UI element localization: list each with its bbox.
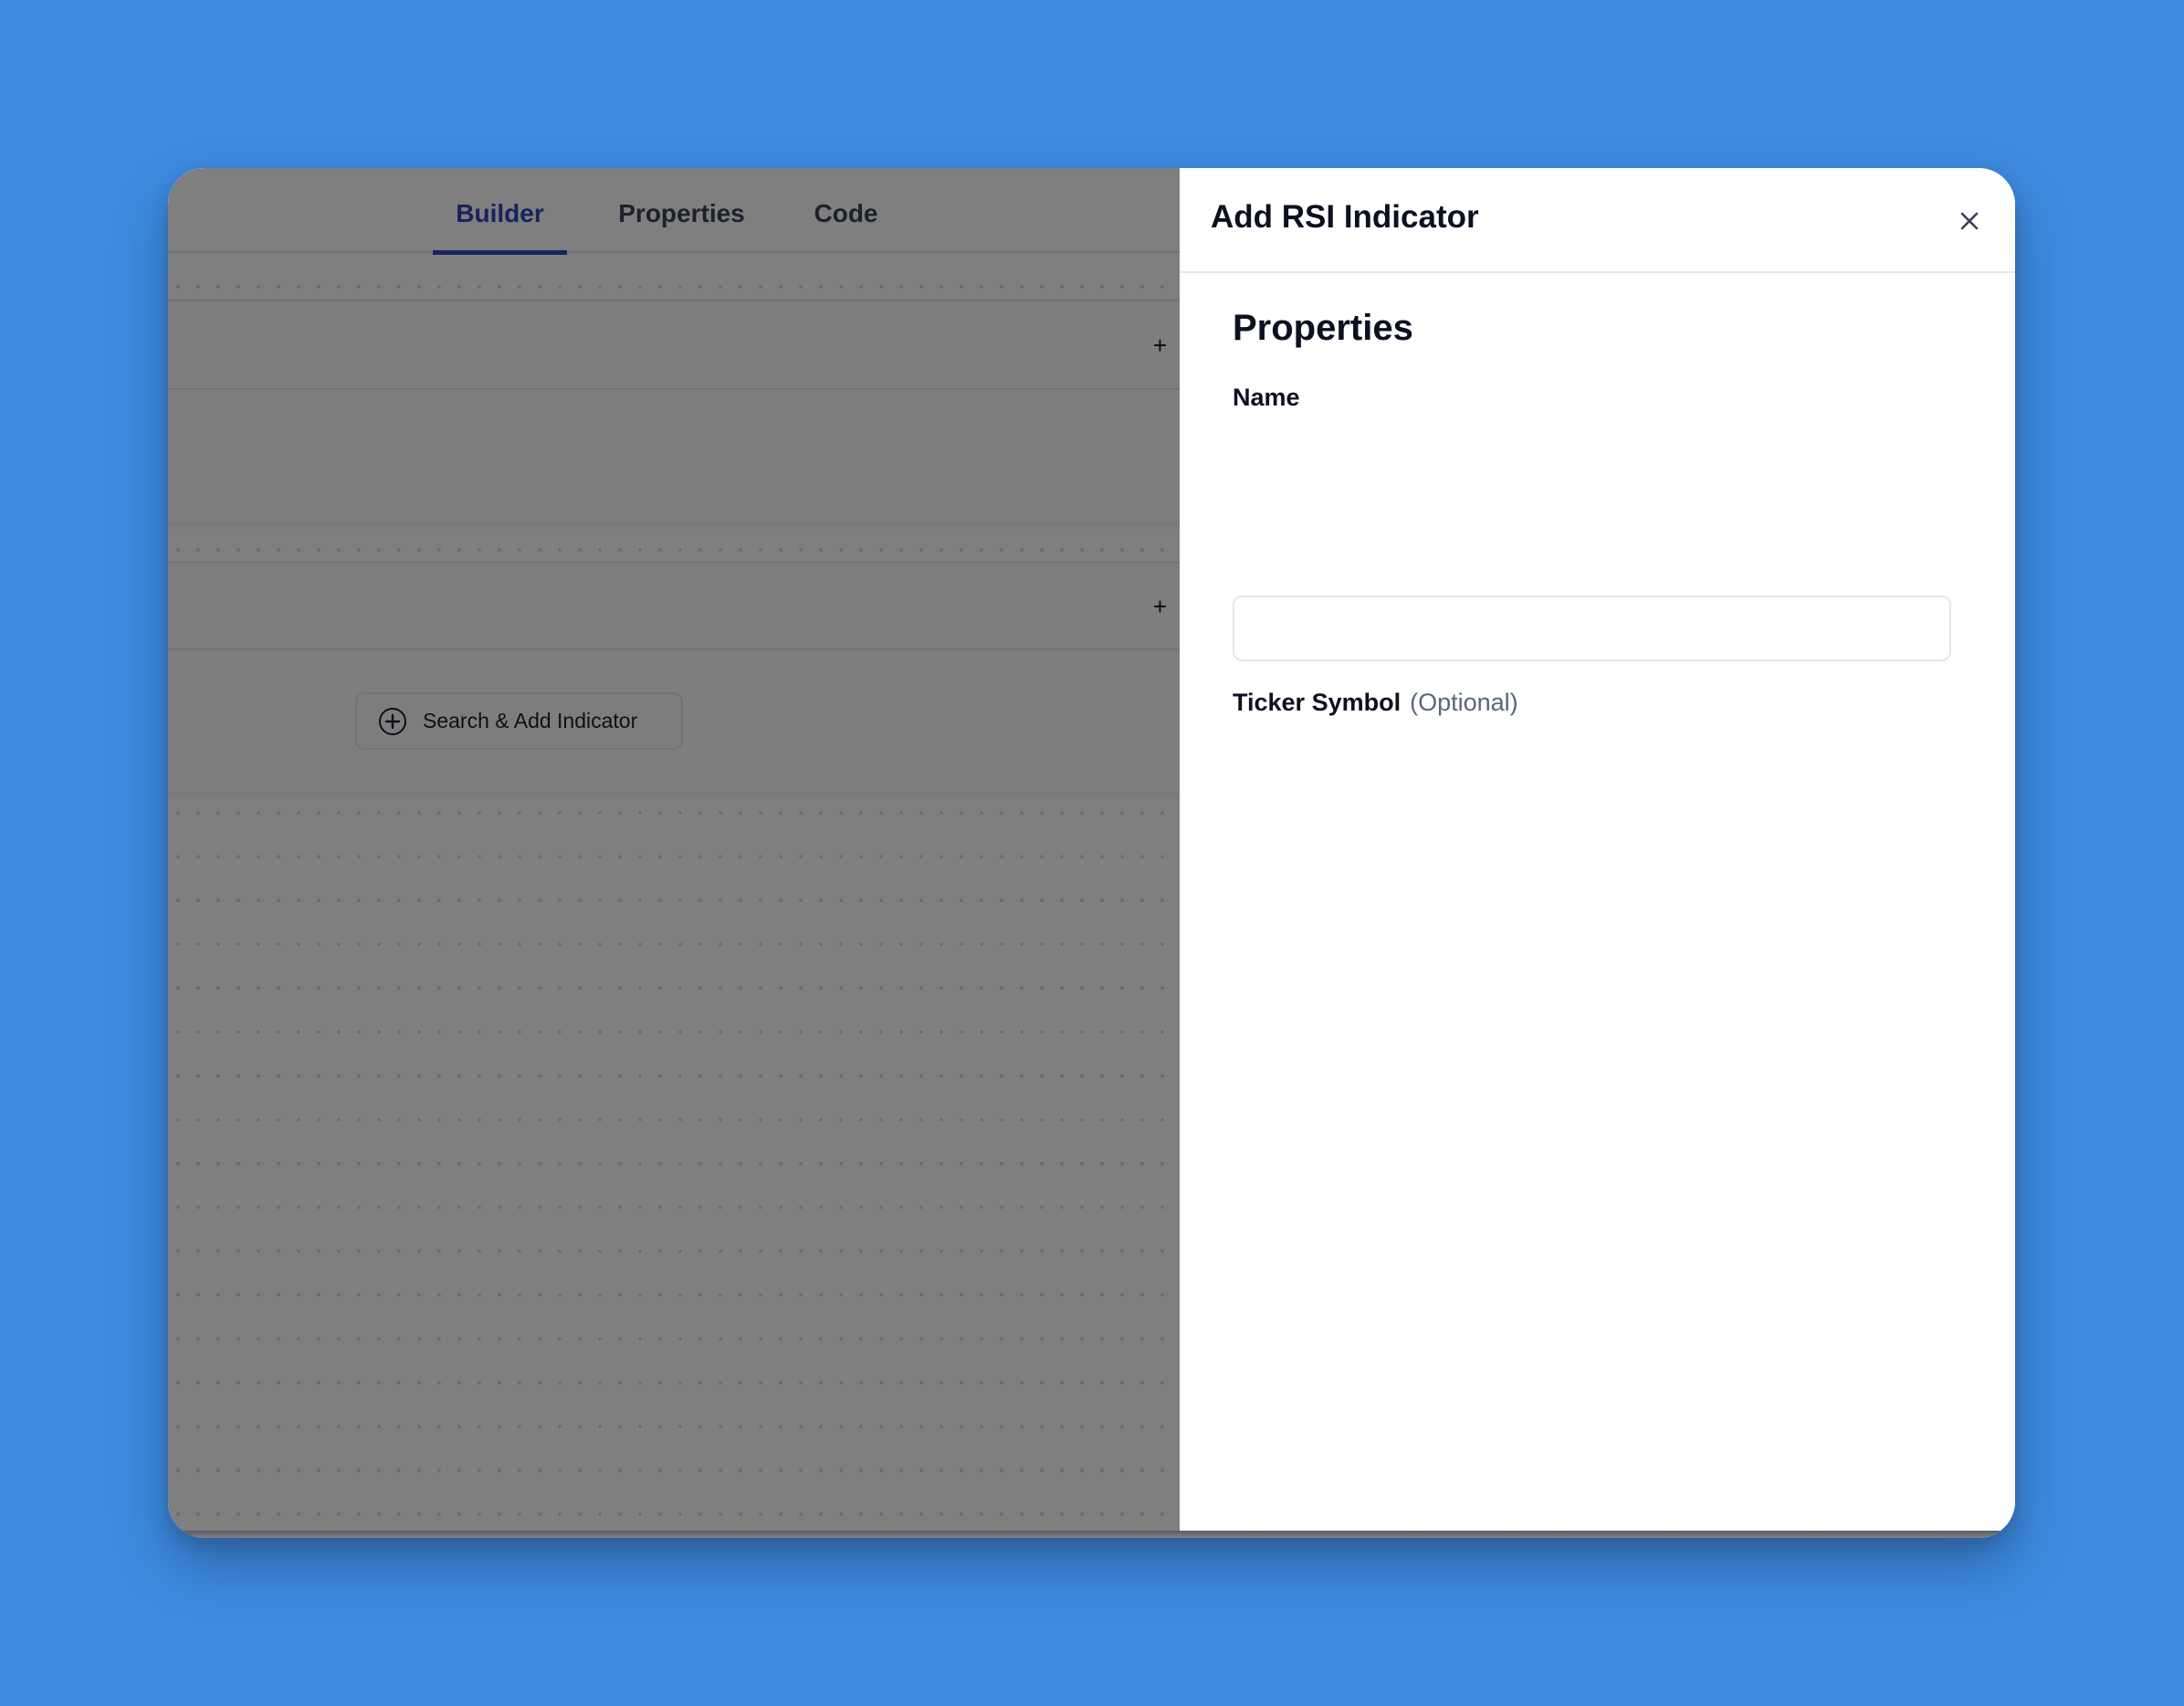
modal-overlay[interactable] (168, 168, 1180, 1538)
builder-pane: Builder Properties Code + + Search & Add… (168, 168, 1180, 1538)
ticker-label: Ticker Symbol (Optional) (1233, 689, 1518, 717)
ticker-optional-tag: (Optional) (1410, 689, 1518, 716)
drawer-title: Add RSI Indicator (1211, 199, 1479, 235)
add-indicator-drawer: Add RSI Indicator Properties Name Ticker… (1180, 168, 2015, 1538)
close-button[interactable] (1951, 203, 1988, 239)
drawer-header: Add RSI Indicator (1180, 168, 2015, 273)
properties-heading: Properties (1233, 308, 1413, 348)
close-icon (1960, 212, 1979, 230)
window-bottom-edge (168, 1531, 2015, 1538)
name-input[interactable] (1233, 595, 1951, 661)
name-label: Name (1233, 384, 1300, 411)
app-window: Builder Properties Code + + Search & Add… (168, 168, 2015, 1538)
ticker-label-text: Ticker Symbol (1233, 689, 1402, 716)
